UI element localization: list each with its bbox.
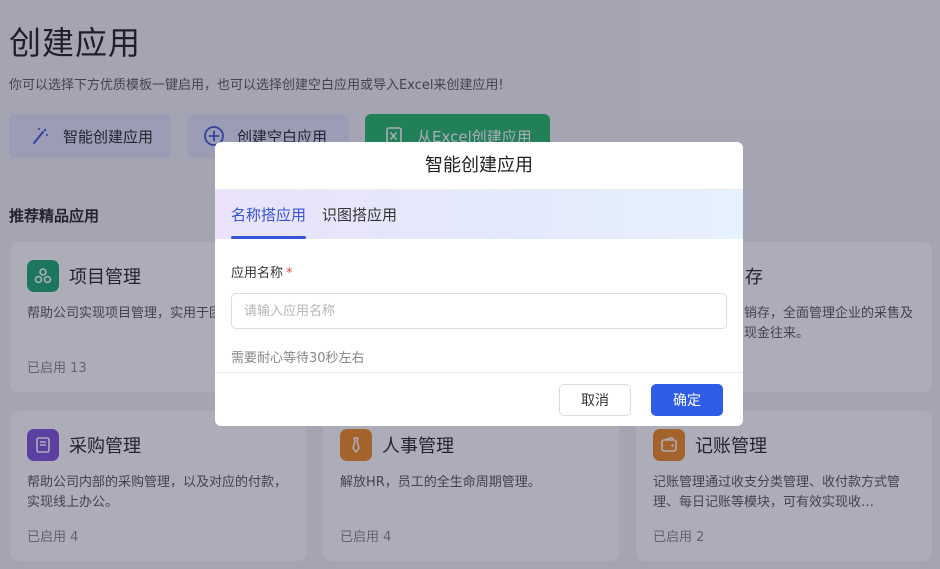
dialog-title: 智能创建应用 <box>215 142 743 190</box>
app-name-label: 应用名称 * <box>231 262 727 281</box>
confirm-button[interactable]: 确定 <box>651 384 723 416</box>
smart-create-dialog: 智能创建应用 名称搭应用 识图搭应用 应用名称* 需要耐心等待30秒左右 取消 … <box>215 142 743 426</box>
required-mark: * <box>286 266 293 281</box>
dialog-body: 应用名称* 需要耐心等待30秒左右 <box>215 239 743 366</box>
wait-hint: 需要耐心等待30秒左右 <box>231 351 365 366</box>
dialog-footer: 取消 确定 <box>215 372 743 426</box>
tab-name-build[interactable]: 名称搭应用 <box>231 190 307 239</box>
cancel-button[interactable]: 取消 <box>559 384 631 416</box>
dialog-tabs: 名称搭应用 识图搭应用 <box>215 190 743 239</box>
app-name-label-text: 应用名称 <box>231 266 284 281</box>
app-name-input[interactable] <box>231 293 727 329</box>
tab-image-build[interactable]: 识图搭应用 <box>322 190 397 239</box>
